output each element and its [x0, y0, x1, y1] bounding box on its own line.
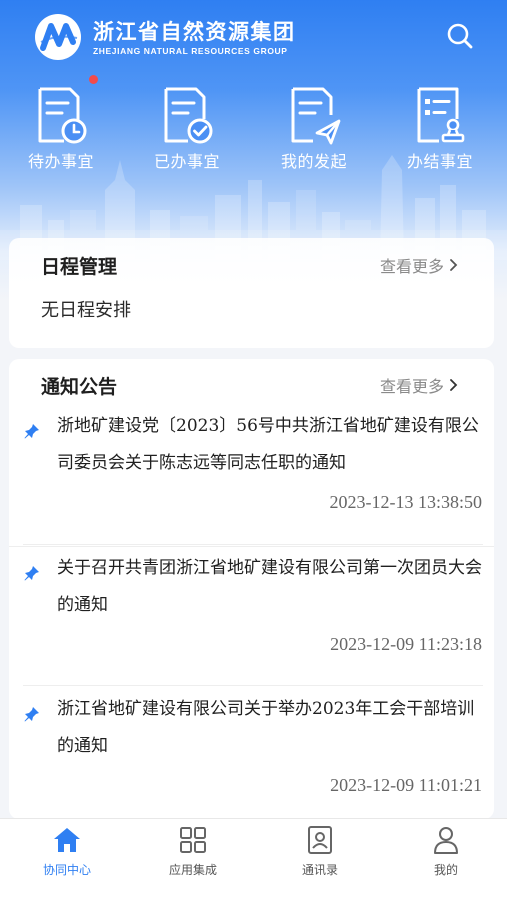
tab-mine[interactable]: 我的	[391, 825, 501, 878]
search-button[interactable]	[444, 20, 476, 52]
schedule-title: 日程管理	[41, 256, 118, 278]
tab-app-integration[interactable]: 应用集成	[138, 825, 248, 878]
quick-action-initiated[interactable]: 我的发起	[259, 85, 369, 172]
pin-icon	[24, 707, 39, 722]
chevron-right-icon	[450, 259, 458, 271]
notice-time: 2023-12-13 13:38:50	[329, 492, 483, 512]
notice-item[interactable]: 关于召开共青团浙江省地矿建设有限公司第一次团员大会的通知 2023-12-09 …	[9, 548, 494, 689]
quick-action-done[interactable]: 已办事宜	[132, 85, 242, 172]
notice-item[interactable]: 浙江省地矿建设有限公司关于举办2023年工会干部培训的通知 2023-12-09…	[9, 689, 494, 819]
tab-contacts[interactable]: 通讯录	[265, 825, 375, 878]
brand-name-en: ZHEJIANG NATURAL RESOURCES GROUP	[93, 45, 288, 56]
notices-title: 通知公告	[41, 376, 118, 398]
notices-more-link[interactable]: 查看更多	[380, 373, 458, 397]
profile-icon	[434, 827, 458, 854]
unread-badge	[89, 75, 98, 84]
divider	[23, 685, 483, 686]
apps-grid-icon	[180, 827, 206, 853]
tab-label: 我的	[433, 863, 458, 877]
notice-title: 浙地矿建设党〔2023〕56号中共浙江省地矿建设有限公司委员会关于陈志远等同志任…	[57, 416, 479, 473]
more-label: 查看更多	[379, 257, 444, 276]
done-doc-check-icon	[164, 87, 213, 144]
quick-action-label: 办结事宜	[406, 152, 473, 171]
more-label: 查看更多	[379, 377, 444, 396]
contacts-book-icon	[308, 826, 332, 854]
brand: 浙江省自然资源集团 ZHEJIANG NATURAL RESOURCES GRO…	[33, 12, 296, 62]
quick-action-finished[interactable]: 办结事宜	[385, 85, 495, 172]
bottom-tab-bar: 协同中心 应用集成 通讯录 我的	[0, 818, 507, 900]
divider	[23, 544, 483, 545]
company-logo	[35, 14, 81, 60]
pending-doc-clock-icon	[38, 87, 87, 144]
quick-action-label: 待办事宜	[27, 152, 94, 171]
home-icon	[54, 828, 80, 852]
sent-doc-plane-icon	[291, 87, 341, 145]
tab-collaboration-center[interactable]: 协同中心	[12, 825, 122, 878]
schedule-more-link[interactable]: 查看更多	[380, 253, 458, 277]
notice-title: 关于召开共青团浙江省地矿建设有限公司第一次团员大会的通知	[57, 558, 482, 615]
tab-label: 协同中心	[42, 863, 91, 877]
quick-action-label: 已办事宜	[153, 152, 220, 171]
search-icon	[447, 23, 473, 49]
notice-item[interactable]: 浙地矿建设党〔2023〕56号中共浙江省地矿建设有限公司委员会关于陈志远等同志任…	[9, 406, 494, 547]
notice-time: 2023-12-09 11:23:18	[330, 634, 482, 654]
quick-action-pending[interactable]: 待办事宜	[6, 75, 116, 172]
pin-icon	[24, 424, 39, 439]
tab-label: 应用集成	[168, 863, 217, 877]
chevron-right-icon	[450, 379, 458, 391]
quick-action-label: 我的发起	[280, 152, 347, 171]
tab-label: 通讯录	[301, 863, 338, 877]
notices-card: 通知公告 查看更多 浙地矿建设党〔2023〕56号中共浙江省地矿建设有限公司委员…	[9, 359, 494, 819]
schedule-empty-text: 无日程安排	[41, 300, 131, 321]
brand-name-cn: 浙江省自然资源集团	[93, 19, 296, 44]
schedule-card: 日程管理 查看更多 无日程安排	[9, 238, 494, 348]
notice-time: 2023-12-09 11:01:21	[330, 775, 482, 795]
pin-icon	[24, 566, 39, 581]
finished-doc-stamp-icon	[417, 87, 465, 143]
quick-actions: 待办事宜 已办事宜 我的发起 办结事宜	[0, 75, 507, 175]
notice-title: 浙江省地矿建设有限公司关于举办2023年工会干部培训的通知	[57, 699, 475, 756]
